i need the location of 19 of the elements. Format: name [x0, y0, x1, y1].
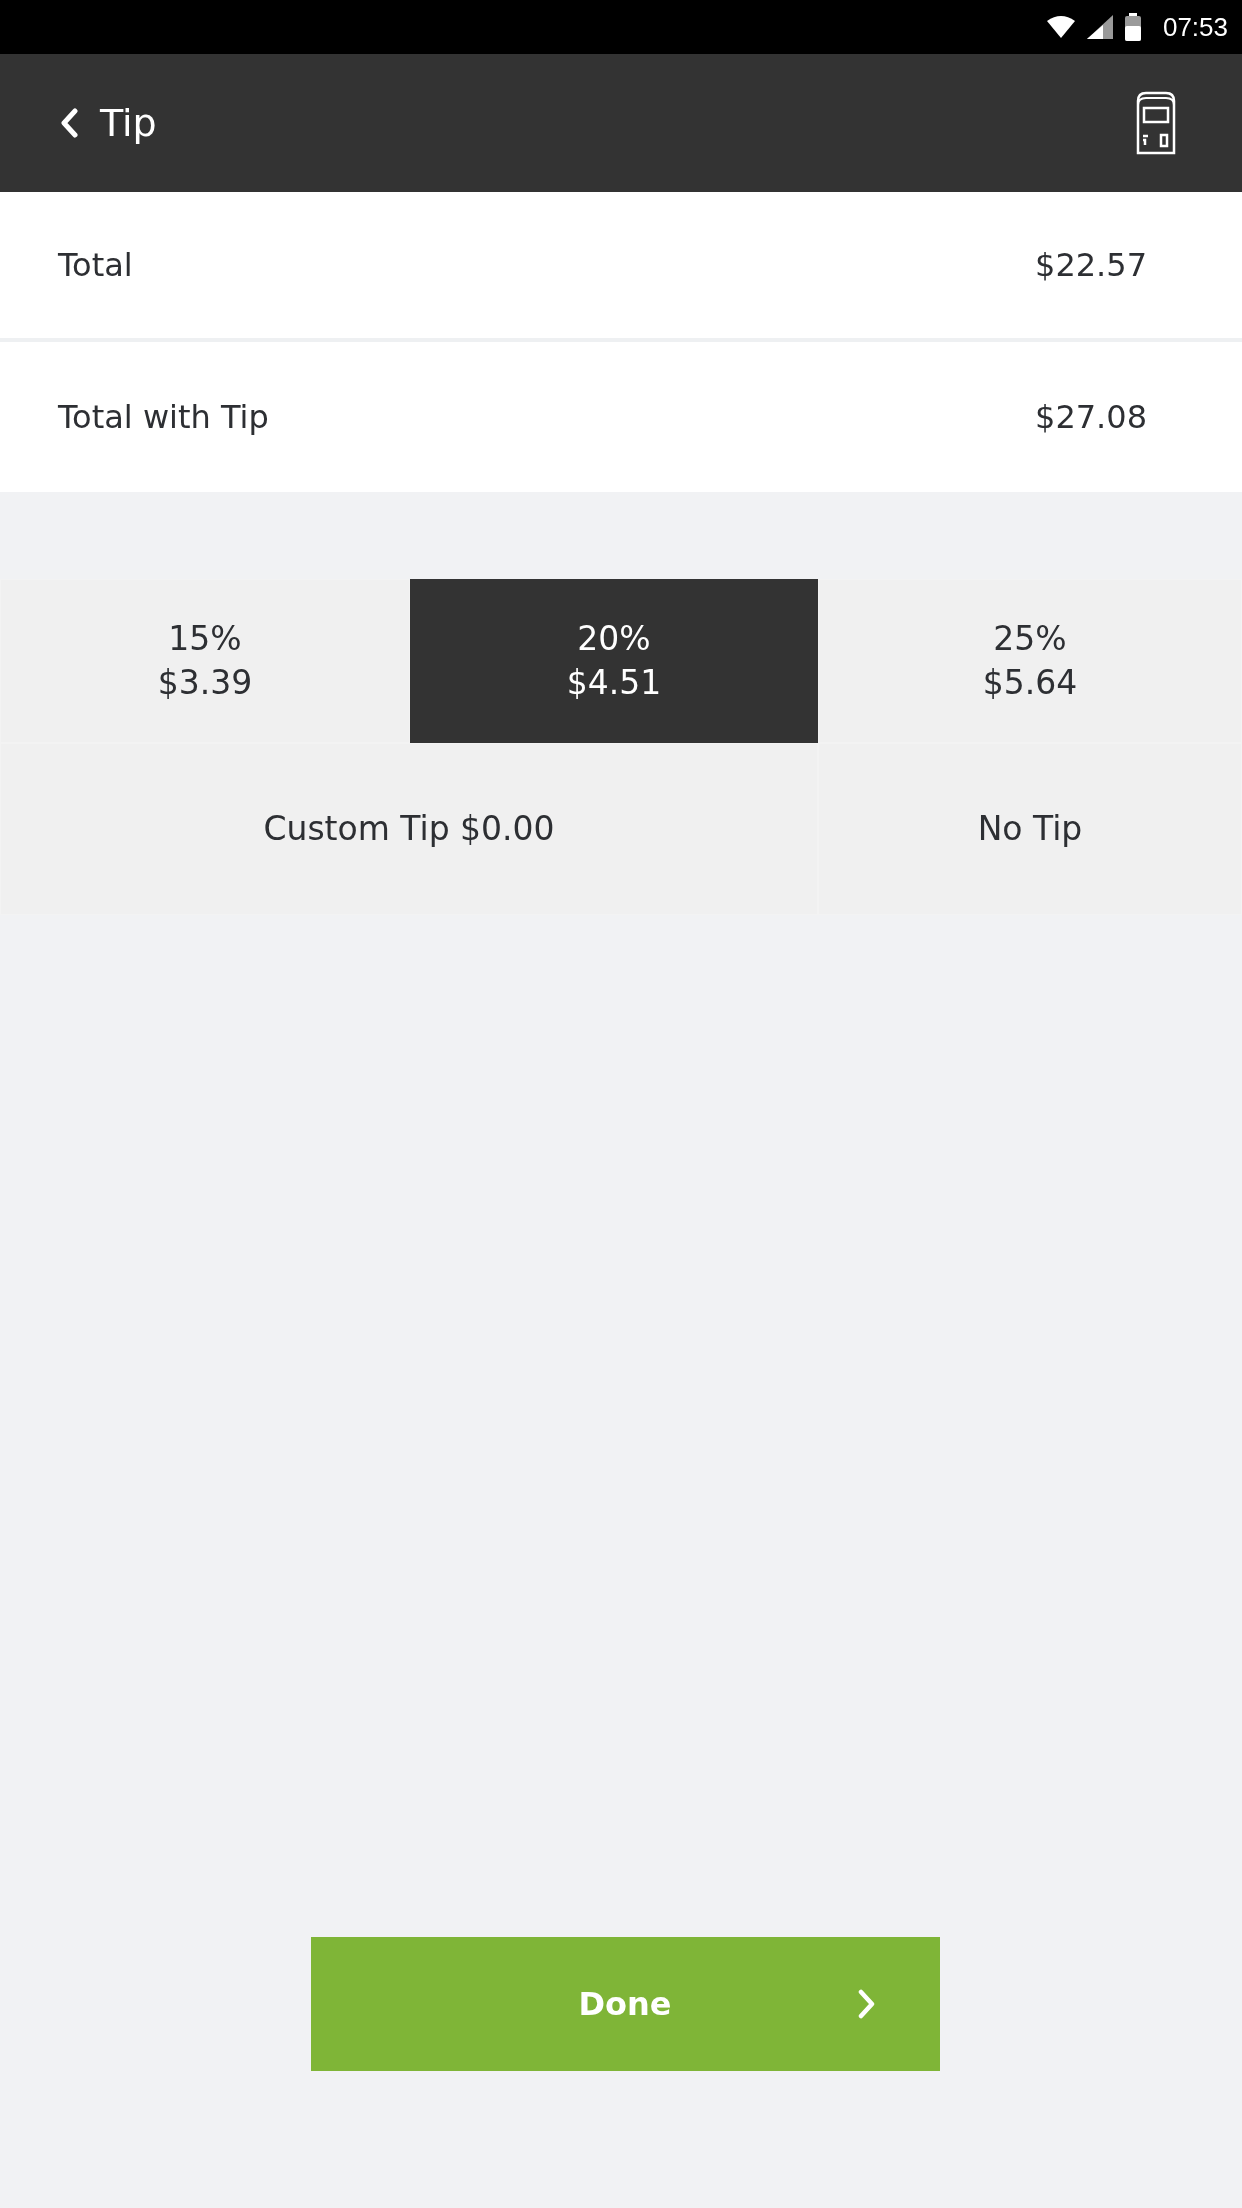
tip-option-button[interactable]: Custom Tip $0.00 [0, 743, 818, 915]
card-reader-button[interactable] [1136, 91, 1176, 155]
tip-option-button[interactable]: 25% $5.64 [818, 579, 1242, 743]
wifi-icon [1046, 16, 1075, 38]
summary-label: Total with Tip [58, 398, 269, 436]
back-button[interactable]: Tip [60, 101, 157, 145]
chevron-right-icon [857, 1989, 876, 2019]
summary-value: $27.08 [1035, 398, 1147, 436]
card-reader-icon [1136, 91, 1176, 155]
summary-label: Total [58, 246, 133, 284]
summary-value: $22.57 [1035, 246, 1147, 284]
signal-icon [1086, 15, 1113, 39]
back-chevron-icon [60, 108, 78, 138]
tip-option-button[interactable]: 20% $4.51 [410, 579, 818, 743]
battery-icon [1124, 13, 1141, 41]
tip-option-button[interactable]: 15% $3.39 [0, 579, 410, 743]
header-title: Tip [100, 101, 157, 145]
tip-option-button[interactable]: No Tip [818, 743, 1242, 915]
status-time: 07:53 [1162, 11, 1228, 43]
